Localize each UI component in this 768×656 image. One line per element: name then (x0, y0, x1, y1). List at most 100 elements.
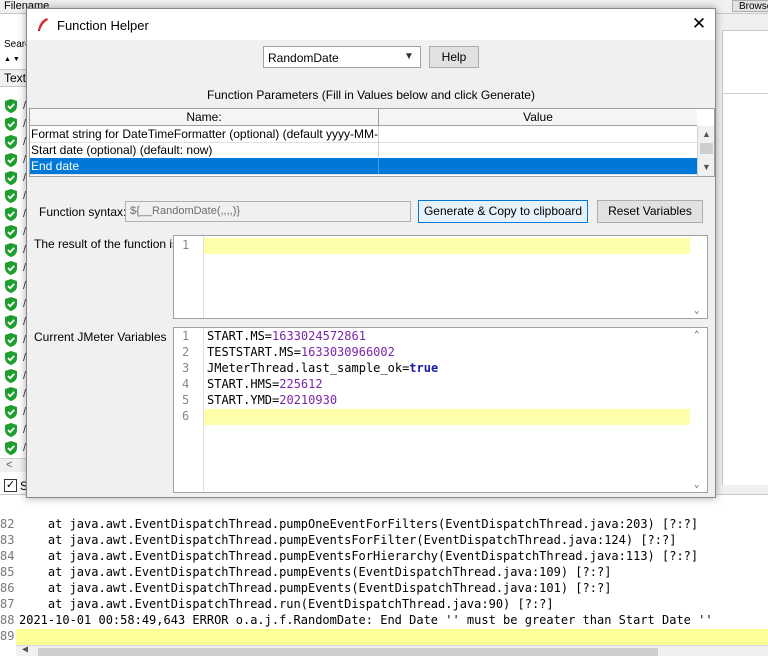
browse-button[interactable]: Browse (732, 0, 768, 12)
generate-copy-button[interactable]: Generate & Copy to clipboard (418, 200, 588, 223)
tree-row[interactable]: / (3, 206, 27, 222)
tree-row[interactable]: / (3, 440, 27, 456)
console-line-text: at java.awt.EventDispatchThread.pumpEven… (19, 565, 612, 579)
success-shield-icon (5, 189, 17, 203)
scroll-down-icon[interactable]: ⌄ (694, 306, 699, 316)
variable-key: START.MS= (207, 329, 273, 343)
line-number: 6 (182, 409, 190, 423)
function-syntax-field[interactable]: ${__RandomDate(,,,,)} (125, 201, 411, 222)
scroll-up-icon[interactable]: ▲ (702, 129, 711, 139)
tree-row[interactable]: / (3, 368, 27, 384)
scroll-up-icon[interactable]: ⌃ (694, 330, 699, 340)
console-line-number: 82 (0, 517, 15, 531)
success-shield-icon (5, 297, 17, 311)
tree-row[interactable]: / (3, 242, 27, 258)
console-line-text: at java.awt.EventDispatchThread.pumpEven… (19, 549, 699, 563)
reset-variables-button[interactable]: Reset Variables (597, 200, 703, 223)
console-line-number: 83 (0, 533, 15, 547)
console-log-line: 87 at java.awt.EventDispatchThread.run(E… (0, 597, 768, 613)
variable-key: JMeterThread.last_sample_ok= (207, 361, 410, 375)
help-button[interactable]: Help (429, 46, 479, 68)
tree-row[interactable]: / (3, 152, 27, 168)
result-vscrollbar[interactable]: ⌄ (690, 236, 707, 318)
success-shield-icon (5, 261, 17, 275)
tree-row[interactable]: / (3, 404, 27, 420)
scroll-left-icon[interactable]: < (6, 459, 12, 471)
function-select[interactable]: RandomDate ▼ (263, 46, 421, 68)
text-column-header[interactable]: Text (0, 69, 28, 87)
param-row[interactable]: Format string for DateTimeFormatter (opt… (30, 126, 697, 143)
log-console[interactable]: 82 at java.awt.EventDispatchThread.pumpO… (0, 494, 768, 656)
console-log-line: 86 at java.awt.EventDispatchThread.pumpE… (0, 581, 768, 597)
tree-row[interactable]: / (3, 278, 27, 294)
scroll-left-icon[interactable]: ◀ (22, 644, 28, 655)
console-line-text: at java.awt.EventDispatchThread.run(Even… (19, 597, 554, 611)
console-line-text: at java.awt.EventDispatchThread.pumpOneE… (19, 517, 699, 531)
tree-row[interactable]: / (3, 170, 27, 186)
jmeter-variables-editor[interactable]: 1 START.MS=1633024572861 2 TESTSTART.MS=163… (173, 327, 708, 493)
success-shield-icon (5, 117, 17, 131)
tree-row[interactable]: / (3, 260, 27, 276)
scroll-down-icon[interactable]: ⌄ (694, 480, 699, 490)
result-editor[interactable]: 1 ⌄ (173, 235, 708, 319)
params-scroll-thumb[interactable] (700, 143, 713, 154)
background-hscroll[interactable]: < (0, 458, 28, 472)
param-value-cell[interactable] (379, 158, 697, 174)
function-helper-dialog: Function Helper ✕ RandomDate ▼ Help Func… (26, 8, 716, 498)
console-line-text: 2021-10-01 00:58:49,643 ERROR o.a.j.f.Ra… (19, 613, 713, 627)
line-number: 1 (182, 329, 190, 343)
variable-value: 225612 (279, 377, 323, 391)
variable-value: 1633030966002 (300, 345, 395, 359)
close-icon[interactable]: ✕ (687, 13, 711, 35)
param-name-cell: End date (30, 158, 379, 174)
success-shield-icon (5, 423, 17, 437)
sort-arrows-icon[interactable]: ▲▼ (4, 56, 22, 63)
console-log-line: 88 2021-10-01 00:58:49,643 ERROR o.a.j.f.… (0, 613, 768, 629)
param-value-cell[interactable] (379, 142, 697, 158)
param-row[interactable]: End date (30, 158, 697, 175)
scroll-down-icon[interactable]: ▼ (702, 162, 711, 172)
param-row[interactable]: Start date (optional) (default: now) (30, 142, 697, 159)
tree-row[interactable]: / (3, 296, 27, 312)
tree-row[interactable]: / (3, 386, 27, 402)
variable-value: 1633024572861 (272, 329, 366, 343)
variables-vscrollbar[interactable]: ⌃ ⌄ (690, 328, 707, 492)
console-hscroll-thumb[interactable] (38, 648, 658, 656)
success-shield-icon (5, 351, 17, 365)
background-checkbox[interactable]: ✓ (4, 479, 17, 492)
success-shield-icon (5, 279, 17, 293)
result-label: The result of the function is (34, 237, 179, 251)
tree-row[interactable]: / (3, 422, 27, 438)
chevron-down-icon[interactable]: ▼ (404, 51, 414, 62)
param-value-cell[interactable] (379, 126, 697, 142)
tree-row[interactable]: / (3, 332, 27, 348)
success-shield-icon (5, 315, 17, 329)
variable-line: JMeterThread.last_sample_ok=true (207, 361, 438, 375)
console-hscrollbar[interactable]: ◀ (16, 644, 768, 656)
line-number: 2 (182, 345, 190, 359)
tree-row[interactable]: / (3, 188, 27, 204)
tree-row[interactable]: / (3, 224, 27, 240)
variable-key: START.YMD= (207, 393, 280, 407)
param-name-cell: Start date (optional) (default: now) (30, 142, 379, 158)
tree-row[interactable]: / (3, 116, 27, 132)
column-header-name[interactable]: Name: (30, 109, 379, 126)
variable-line: START.HMS=225612 (207, 377, 323, 391)
tree-row[interactable]: / (3, 98, 27, 114)
tree-row[interactable]: / (3, 314, 27, 330)
success-shield-icon (5, 207, 17, 221)
success-shield-icon (5, 135, 17, 149)
column-header-value[interactable]: Value (379, 109, 697, 126)
variable-value: 20210930 (279, 393, 338, 407)
console-line-number: 88 (0, 613, 15, 627)
variable-key: TESTSTART.MS= (207, 345, 301, 359)
console-line-number: 84 (0, 549, 15, 563)
tree-row[interactable]: / (3, 350, 27, 366)
tree-row[interactable]: / (3, 134, 27, 150)
success-shield-icon (5, 405, 17, 419)
params-vscrollbar[interactable]: ▲ ▼ (697, 126, 714, 176)
line-number: 3 (182, 361, 190, 375)
dialog-titlebar[interactable]: Function Helper ✕ (27, 9, 715, 40)
jmeter-variables-label: Current JMeter Variables (34, 330, 167, 344)
line-number: 5 (182, 393, 190, 407)
